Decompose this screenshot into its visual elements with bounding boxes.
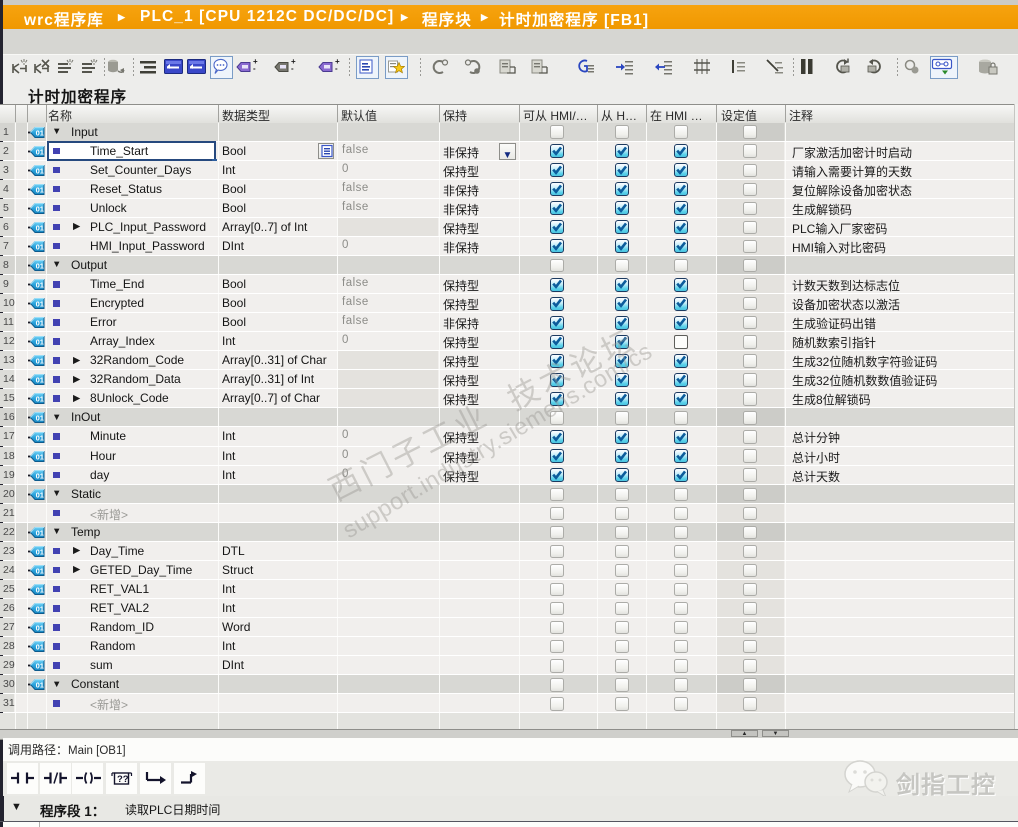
svg-text:01: 01 <box>36 261 44 270</box>
svg-text:01: 01 <box>36 376 44 385</box>
svg-text:01: 01 <box>36 319 44 328</box>
svg-text:??: ?? <box>117 774 129 785</box>
svg-text:01: 01 <box>36 166 44 175</box>
svg-text:01: 01 <box>36 281 44 290</box>
svg-text:01: 01 <box>36 490 44 499</box>
svg-text:01: 01 <box>36 547 44 556</box>
svg-text:01: 01 <box>36 338 44 347</box>
svg-text:01: 01 <box>36 357 44 366</box>
svg-text:01: 01 <box>36 242 44 251</box>
svg-text:01: 01 <box>36 528 44 537</box>
svg-text:01: 01 <box>36 471 44 480</box>
svg-text:01: 01 <box>36 605 44 614</box>
svg-text:01: 01 <box>36 300 44 309</box>
svg-text:01: 01 <box>36 185 44 194</box>
svg-text:01: 01 <box>36 452 44 461</box>
svg-text:01: 01 <box>36 223 44 232</box>
svg-text:01: 01 <box>36 395 44 404</box>
svg-text:01: 01 <box>36 566 44 575</box>
svg-text:01: 01 <box>36 643 44 652</box>
svg-text:01: 01 <box>36 414 44 423</box>
svg-text:01: 01 <box>36 681 44 690</box>
svg-text:01: 01 <box>36 147 44 156</box>
svg-text:01: 01 <box>36 624 44 633</box>
svg-text:01: 01 <box>36 586 44 595</box>
svg-text:01: 01 <box>36 204 44 213</box>
svg-text:01: 01 <box>36 433 44 442</box>
svg-text:01: 01 <box>36 128 44 137</box>
svg-text:01: 01 <box>36 662 44 671</box>
